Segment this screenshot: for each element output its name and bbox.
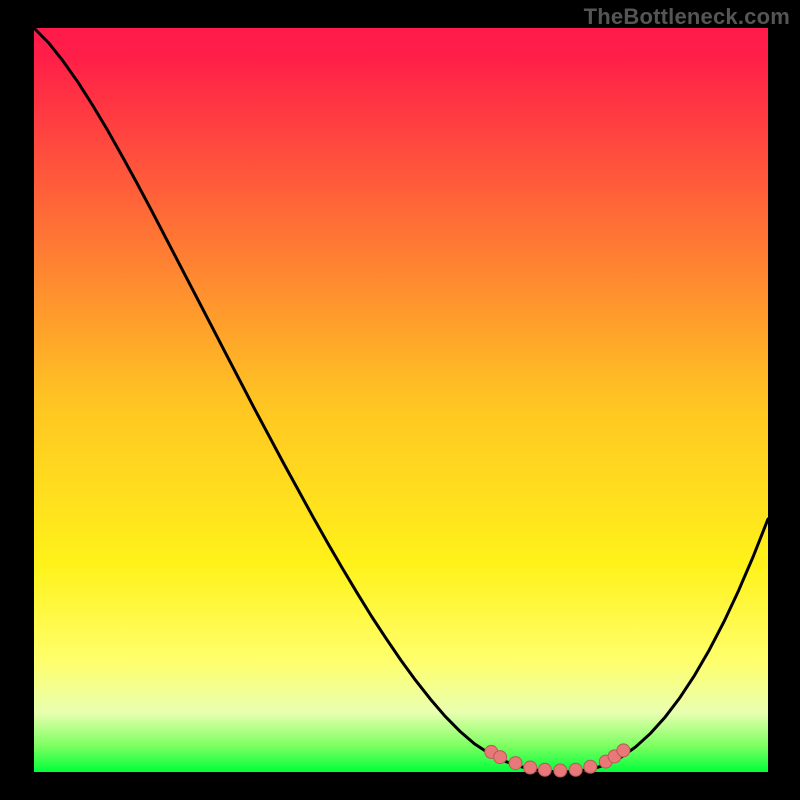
optimal-marker: [569, 763, 582, 776]
optimal-marker: [494, 751, 507, 764]
optimal-marker: [538, 763, 551, 776]
optimal-marker: [584, 760, 597, 773]
watermark-text: TheBottleneck.com: [584, 4, 790, 30]
optimal-marker: [509, 757, 522, 770]
optimal-marker: [554, 764, 567, 777]
chart-container: TheBottleneck.com: [0, 0, 800, 800]
optimal-marker: [617, 744, 630, 757]
optimal-marker: [524, 761, 537, 774]
bottleneck-chart: [0, 0, 800, 800]
